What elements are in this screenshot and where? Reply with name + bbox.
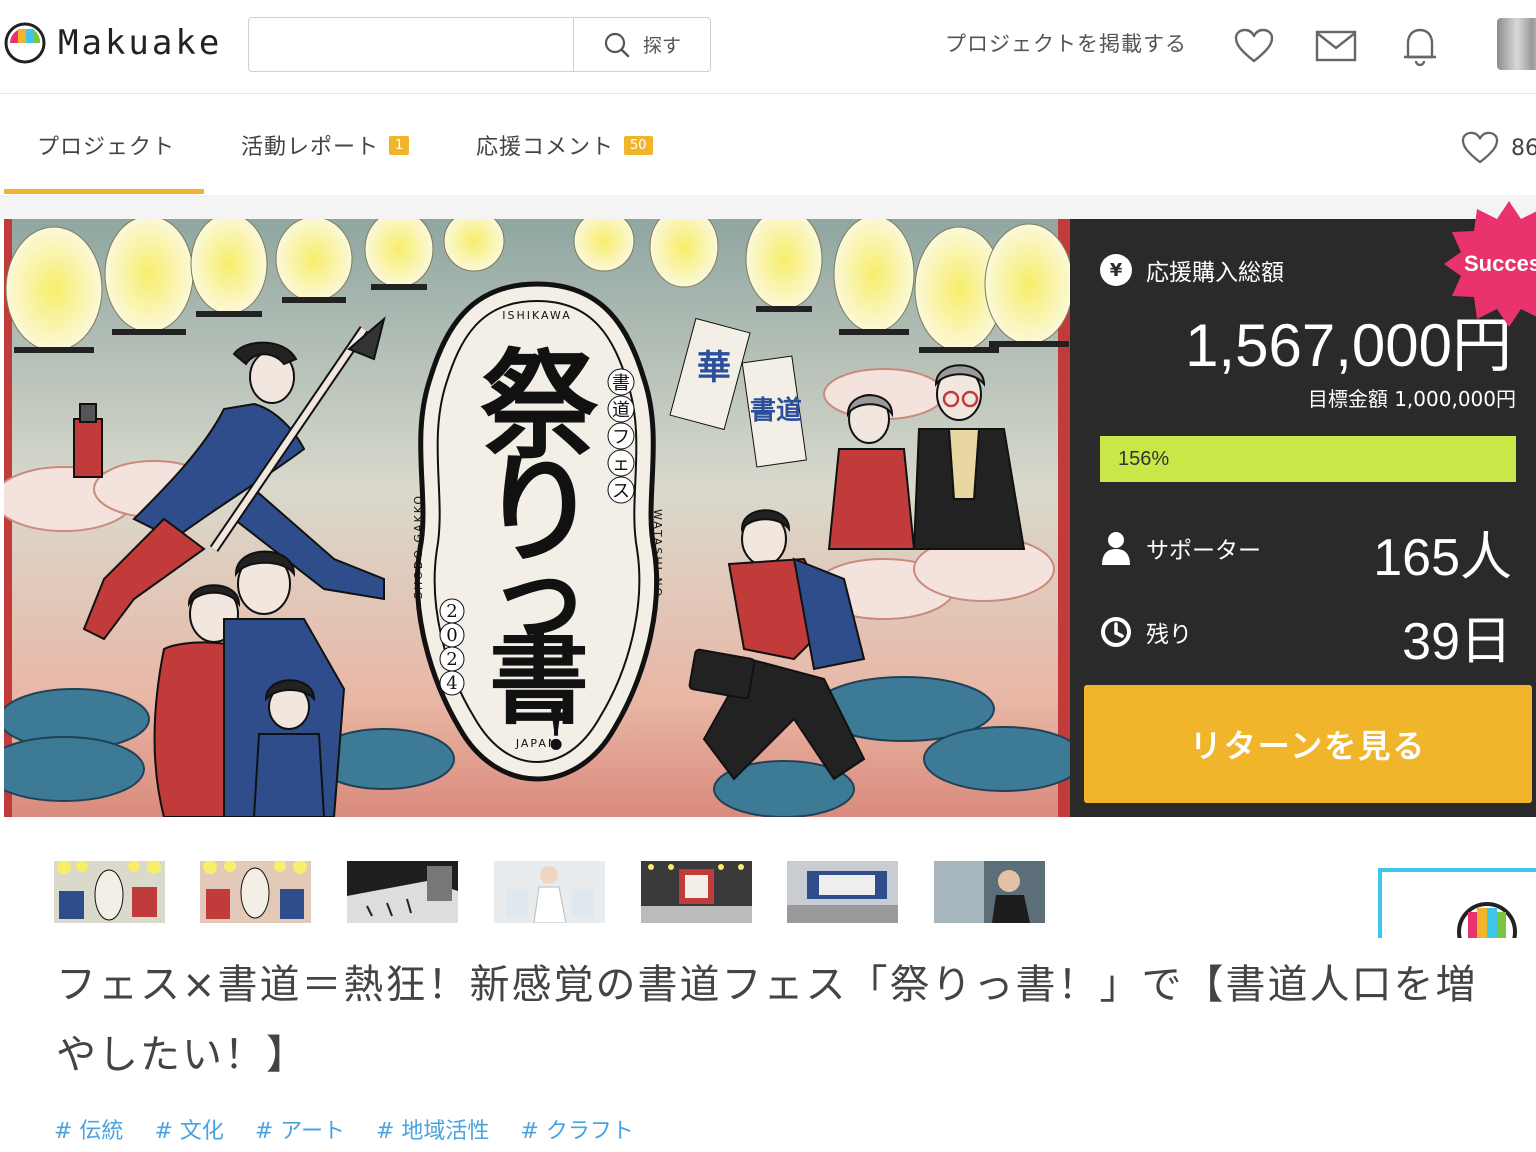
tag-link[interactable]: # 地域活性 <box>376 1113 489 1145</box>
tab-label: プロジェクト <box>37 135 176 160</box>
like-button[interactable]: 86 <box>1461 131 1536 165</box>
search-icon <box>604 32 630 57</box>
success-badge-text: Succes <box>1464 251 1536 276</box>
search-box: 探す <box>248 17 711 72</box>
thumbnail-image <box>347 861 458 923</box>
hero-flag-2: 書道 <box>750 395 802 426</box>
tab-count-badge: 50 <box>624 135 653 155</box>
thumbnail-2[interactable] <box>200 861 311 923</box>
tab-activity-report[interactable]: 活動レポート 1 <box>241 129 410 161</box>
tab-label: 活動レポート <box>241 135 380 160</box>
makuake-mark-icon <box>1457 902 1517 938</box>
hero-side-left: SHODO GAKKO <box>412 494 425 599</box>
tab-project[interactable]: プロジェクト <box>37 129 175 161</box>
svg-text:ェ: ェ <box>612 454 630 475</box>
svg-text:フ: フ <box>612 427 630 448</box>
thumbnail-7[interactable] <box>934 861 1045 923</box>
goal-amount: 目標金額 1,000,000円 <box>1307 387 1516 411</box>
tab-count-badge: 1 <box>389 135 410 155</box>
messages-button[interactable] <box>1314 24 1358 68</box>
thumbnail-5[interactable] <box>641 861 752 923</box>
progress-percent: 156% <box>1118 448 1170 470</box>
svg-text:4: 4 <box>446 673 457 694</box>
purchase-total-label: ¥ 応援購入総額 <box>1100 253 1284 287</box>
tag-list: # 伝統 # 文化 # アート # 地域活性 # クラフト <box>54 1113 634 1145</box>
hero-arc-top: ISHIKAWA <box>502 309 572 322</box>
remaining-days: 39日 <box>1402 613 1512 671</box>
purchase-label-text: 応援購入総額 <box>1146 260 1284 286</box>
hero-exclaim: ! <box>543 694 569 764</box>
thumbnail-image <box>494 861 605 923</box>
hero-flag-1: 華 <box>697 348 731 388</box>
success-badge: Succes <box>1444 201 1536 327</box>
bell-icon <box>1404 28 1436 66</box>
project-title: フェス×書道＝熱狂！新感覚の書道フェス「祭りっ書！」で【書道人口を増やしたい！】 <box>56 962 1478 1078</box>
svg-text:0: 0 <box>446 625 457 646</box>
logo-text: Makuake <box>58 23 223 63</box>
tab-support-comments[interactable]: 応援コメント 50 <box>476 129 653 161</box>
post-project-link[interactable]: プロジェクトを掲載する <box>945 28 1187 58</box>
logo-mark-icon <box>4 22 46 64</box>
thumbnail-image <box>934 861 1045 923</box>
tag-link[interactable]: # 伝統 <box>54 1113 123 1145</box>
festival-illustration: ISHIKAWA JAPAN 祭 り っ 書 ! 書 道 フ ェ ス 2 0 2… <box>4 219 1070 817</box>
search-button-label: 探す <box>642 35 681 57</box>
thumbnail-image <box>200 861 311 923</box>
view-returns-button[interactable]: リターンを見る <box>1084 685 1532 803</box>
thumbnail-image <box>641 861 752 923</box>
thumbnail-image <box>54 861 165 923</box>
svg-text:2: 2 <box>446 601 457 622</box>
search-input[interactable] <box>249 18 573 71</box>
hero-char-4: 書 <box>489 620 589 738</box>
user-avatar[interactable] <box>1497 18 1536 70</box>
supporters-label-text: サポーター <box>1146 538 1261 564</box>
tag-link[interactable]: # アート <box>255 1113 345 1145</box>
search-button[interactable]: 探す <box>573 18 710 71</box>
side-widget[interactable] <box>1378 868 1536 938</box>
svg-text:2: 2 <box>446 649 457 670</box>
progress-bar: 156% <box>1100 436 1516 482</box>
divider <box>0 195 1536 219</box>
mail-icon <box>1315 30 1357 62</box>
tab-label: 応援コメント <box>476 135 615 160</box>
yen-icon: ¥ <box>1100 254 1132 286</box>
remaining-label: 残り <box>1100 615 1192 649</box>
svg-text:道: 道 <box>612 400 630 421</box>
tag-link[interactable]: # 文化 <box>154 1113 223 1145</box>
like-count-value: 86 <box>1511 135 1536 161</box>
thumbnail-4[interactable] <box>494 861 605 923</box>
notifications-button[interactable] <box>1398 24 1442 68</box>
active-tab-indicator <box>4 189 204 194</box>
site-header: Makuake 探す プロジェクトを掲載する <box>0 0 1536 94</box>
thumbnail-3[interactable] <box>347 861 458 923</box>
supporters-label: サポーター <box>1100 531 1261 565</box>
favorites-button[interactable] <box>1232 24 1276 68</box>
supporters-count: 165人 <box>1373 529 1512 587</box>
heart-icon <box>1234 28 1274 63</box>
project-main-image[interactable]: ISHIKAWA JAPAN 祭 り っ 書 ! 書 道 フ ェ ス 2 0 2… <box>4 219 1070 817</box>
person-icon <box>1102 532 1130 565</box>
heart-icon <box>1461 131 1499 164</box>
project-tabs: プロジェクト 活動レポート 1 応援コメント 50 86 <box>0 95 1536 195</box>
hero-side-right: WATASHI NO <box>651 509 664 598</box>
thumbnail-image <box>787 861 898 923</box>
clock-icon <box>1101 617 1131 647</box>
remaining-label-text: 残り <box>1146 622 1192 648</box>
tag-link[interactable]: # クラフト <box>520 1113 633 1145</box>
svg-text:ス: ス <box>612 481 630 502</box>
svg-text:書: 書 <box>612 373 630 394</box>
thumbnail-1[interactable] <box>54 861 165 923</box>
makuake-logo[interactable]: Makuake <box>4 22 222 64</box>
thumbnail-6[interactable] <box>787 861 898 923</box>
